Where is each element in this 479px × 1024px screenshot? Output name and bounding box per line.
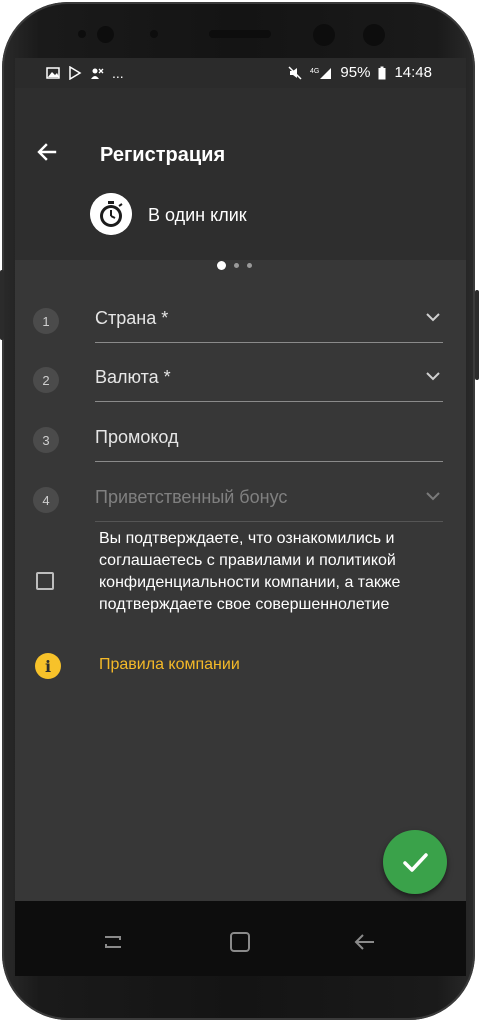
chevron-down-icon [426,313,440,322]
more-notifications-indicator: ... [112,65,124,81]
promocode-placeholder: Промокод [95,427,179,447]
country-label: Страна * [95,308,169,328]
missed-call-icon [91,68,104,79]
page-dot[interactable] [247,263,252,268]
step-number: 4 [33,487,59,513]
agreement-block: Вы подтверждаете, что ознакомились и сог… [15,528,466,638]
app-screen: ... 4G 95% 14:48 Регистрация В один клик… [15,58,466,901]
status-bar: ... 4G 95% 14:48 [15,58,466,88]
country-select[interactable]: Страна * [95,298,443,343]
step-number: 2 [33,367,59,393]
currency-row: 2 Валюта * [15,357,466,407]
sensor-dot [150,30,158,38]
page-dot-active[interactable] [217,261,226,270]
welcome-bonus-select[interactable]: Приветственный бонус [95,477,443,522]
app-header: Регистрация В один клик [15,88,466,270]
stopwatch-icon [90,193,132,235]
earpiece-speaker [209,30,271,38]
back-icon[interactable] [352,929,378,955]
recents-icon[interactable] [100,929,126,955]
image-icon [46,67,60,79]
promocode-row: 3 Промокод [15,417,466,467]
checkmark-icon [403,853,428,872]
promocode-input[interactable]: Промокод [95,417,443,462]
play-store-icon [69,66,82,80]
info-icon: i [35,653,61,679]
step-number: 3 [33,427,59,453]
agreement-text: Вы подтверждаете, что ознакомились и сог… [99,530,401,613]
back-arrow-icon[interactable] [33,138,61,166]
currency-label: Валюта * [95,367,171,387]
chevron-down-icon [426,492,440,501]
step-number: 1 [33,308,59,334]
chevron-down-icon [426,372,440,381]
agreement-checkbox[interactable] [36,572,54,590]
page-dot[interactable] [234,263,239,268]
battery-icon [378,66,386,79]
power-button [475,290,479,380]
page-indicator[interactable] [217,261,252,270]
iris-scanner [363,24,385,46]
page-title: Регистрация [100,144,226,166]
svg-text:4G: 4G [310,68,319,75]
4g-signal-icon: 4G [310,67,332,79]
home-icon[interactable] [227,929,253,955]
sensor-dot [78,30,86,38]
submit-button[interactable] [383,830,447,894]
system-nav-bar [15,901,466,976]
rules-row: i Правила компании [15,653,466,683]
top-bezel [0,0,479,60]
currency-select[interactable]: Валюта * [95,357,443,402]
battery-percent: 95% [340,64,371,81]
sensor-icon [97,26,114,43]
mute-icon [288,65,302,80]
front-camera [313,24,335,46]
welcome-bonus-label: Приветственный бонус [95,487,288,507]
volume-button [0,270,4,340]
bonus-row: 4 Приветственный бонус [15,477,466,527]
company-rules-link[interactable]: Правила компании [99,656,240,674]
country-row: 1 Страна * [15,298,466,348]
clock: 14:48 [394,64,432,81]
registration-mode-label: В один клик [148,205,247,225]
